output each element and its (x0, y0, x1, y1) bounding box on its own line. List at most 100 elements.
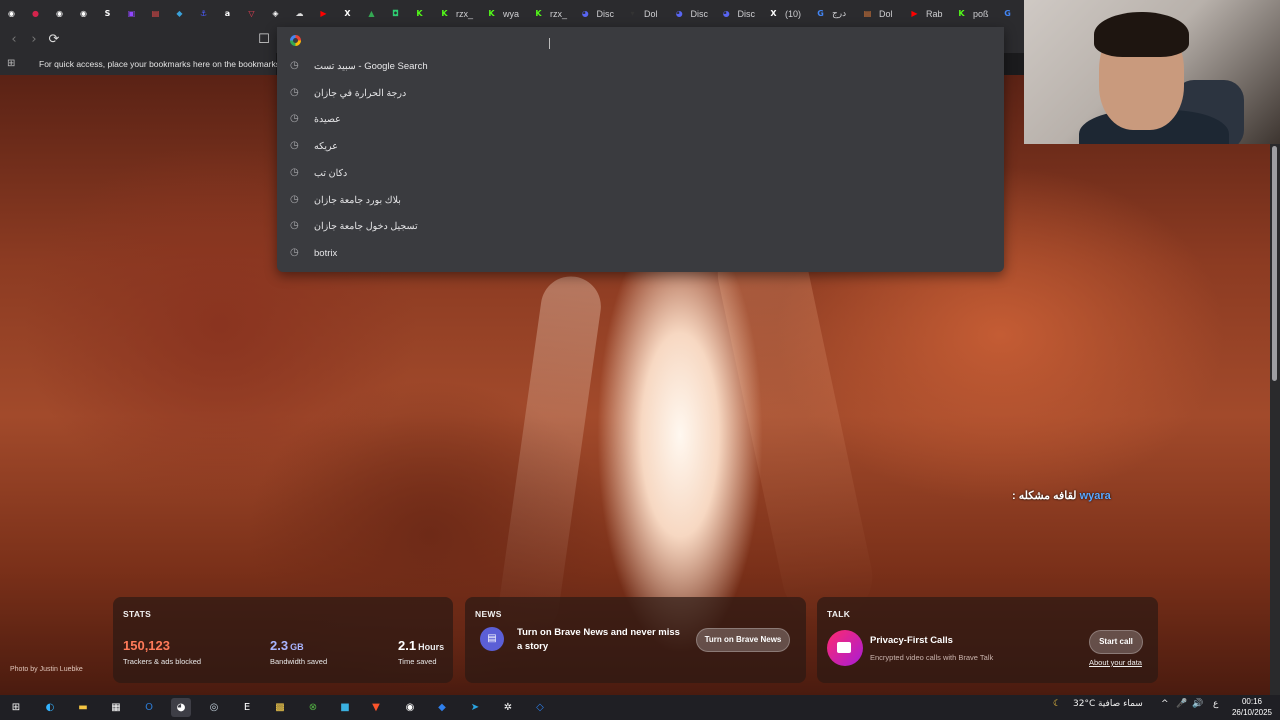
suggestion-text: بلاك بورد جامعة جازان (314, 194, 401, 206)
steam-icon[interactable]: ◎ (204, 698, 224, 717)
browser-tab[interactable]: ▶ Rab (902, 0, 949, 27)
video-call-icon (827, 630, 863, 666)
microphone-icon[interactable]: 🎤 (1176, 699, 1187, 709)
outlook-icon[interactable]: O (139, 698, 159, 717)
browser-tab[interactable]: K (408, 0, 432, 27)
browser-tab[interactable]: ◕ Disc (667, 0, 714, 27)
photo-credit[interactable]: Photo by Justin Luebke (10, 666, 83, 673)
clock-time: 00:16 (1241, 697, 1263, 706)
browser-tab[interactable]: G درج (808, 0, 855, 27)
weather-temp[interactable]: 32°C (1073, 699, 1095, 709)
browser-tab[interactable]: ◈ (264, 0, 288, 27)
store-icon[interactable]: ▦ (106, 698, 126, 717)
xbox-icon[interactable]: ⊗ (303, 698, 323, 717)
discord-icon[interactable]: ◕ (171, 698, 191, 717)
omnibox-suggestion[interactable]: ◷ سبيد تست - Google Search (277, 54, 1004, 80)
time-value: 2.1 (398, 638, 417, 653)
start-call-button[interactable]: Start call (1089, 630, 1143, 654)
browser-tab[interactable]: X (10) (761, 0, 808, 27)
address-bar-input[interactable] (549, 38, 550, 49)
bookmarks-bar-hint: For quick access, place your bookmarks h… (39, 59, 295, 69)
turn-on-news-button[interactable]: Turn on Brave News (696, 628, 790, 652)
browser-tab[interactable]: ☁ (288, 0, 312, 27)
language-indicator[interactable]: ع (1213, 699, 1218, 709)
browser-tab[interactable]: S (96, 0, 120, 27)
history-icon: ◷ (290, 140, 299, 152)
remote-icon[interactable]: ◇ (530, 698, 550, 717)
stats-title: STATS (123, 609, 152, 619)
weather-moon-icon[interactable]: ☾ (1053, 699, 1061, 709)
omnibox-suggestion[interactable]: ◷ تسجيل دخول جامعة جازان (277, 214, 1004, 240)
tab-title: Rab (926, 8, 943, 19)
show-hidden-icons[interactable]: ^ (1161, 699, 1169, 709)
youtube-icon: ▶ (320, 9, 327, 18)
browser-tab[interactable]: Kwya (479, 0, 526, 27)
browser-tab[interactable]: ⚓ (192, 0, 216, 27)
volume-icon[interactable]: 🔊 (1192, 699, 1203, 709)
browser-tab[interactable]: ▾ Dol (620, 0, 667, 27)
tab-title: wya (503, 8, 520, 19)
browser-tab[interactable]: ◉ (48, 0, 72, 27)
edge-icon[interactable]: ◐ (40, 698, 60, 717)
omnibox-suggestion[interactable]: ◷ دكان تب (277, 161, 1004, 187)
red-circle-icon: ● (32, 9, 39, 18)
reload-button[interactable]: ⟳ (46, 32, 62, 48)
tab-title: Disc (690, 8, 709, 19)
telegram-icon[interactable]: ➤ (465, 698, 485, 717)
browser-tab[interactable]: ◆ (168, 0, 192, 27)
omnibox-suggestion[interactable]: ◷ عريكه (277, 134, 1004, 160)
x-icon: X (344, 9, 351, 18)
apps-grid-icon[interactable]: ⊞ (7, 58, 18, 69)
omnibox-suggestion[interactable]: ◷ عصيدة (277, 107, 1004, 133)
settings-icon[interactable]: ✲ (498, 698, 518, 717)
browser-tab[interactable]: ◉ (72, 0, 96, 27)
news-title: NEWS (475, 609, 502, 619)
omnibox-suggestion[interactable]: ◷ درجة الحرارة في جازان (277, 81, 1004, 107)
file-explorer-icon[interactable]: ▬ (73, 698, 93, 717)
back-button[interactable]: ‹ (6, 32, 22, 48)
browser-tab[interactable]: ◕ Disc (573, 0, 620, 27)
twitch-icon: ▣ (127, 9, 136, 18)
amazon-icon: a (224, 9, 231, 18)
talk-heading: Privacy-First Calls (870, 635, 953, 646)
game-icon[interactable]: ▩ (270, 698, 290, 717)
browser-tab[interactable]: ▶ (312, 0, 336, 27)
drive-icon: ▲ (368, 9, 375, 18)
scrollbar-thumb[interactable] (1272, 146, 1277, 381)
obs-icon[interactable]: ◉ (400, 698, 420, 717)
suggestion-text: دكان تب (314, 167, 348, 179)
browser-tab[interactable]: a (216, 0, 240, 27)
browser-tab[interactable]: ◕ Disc (714, 0, 761, 27)
omnibox-suggestion[interactable]: ◷ botrix (277, 241, 1004, 267)
browser-tab[interactable]: ▤ Dol (855, 0, 902, 27)
browser-tab[interactable]: Krzx_ (526, 0, 573, 27)
forward-button[interactable]: › (26, 32, 42, 48)
browser-tab[interactable]: ◘ (384, 0, 408, 27)
browser-tab[interactable]: G (996, 0, 1020, 27)
epic-games-icon[interactable]: E (237, 698, 257, 717)
dol-icon: ▾ (630, 9, 635, 18)
weather-condition[interactable]: سماء صافية (1098, 699, 1143, 709)
browser-tab[interactable]: ▽ (240, 0, 264, 27)
brave-icon[interactable]: ▼ (366, 698, 386, 717)
start-icon[interactable]: ⊞ (6, 698, 26, 717)
overlay-caption-name: wyara (1079, 490, 1111, 502)
browser-tab[interactable]: ▣ (120, 0, 144, 27)
clock[interactable]: 00:16 26/10/2025 (1230, 696, 1274, 718)
anchor-icon: ⚓ (199, 9, 208, 18)
browser-tab[interactable]: ▲ (360, 0, 384, 27)
kick-icon: K (958, 9, 965, 18)
browser-tab[interactable]: ● (24, 0, 48, 27)
omnibox-suggestion[interactable]: ◷ بلاك بورد جامعة جازان (277, 188, 1004, 214)
about-data-link[interactable]: About your data (1089, 658, 1142, 667)
bookmark-icon[interactable]: ☐ (256, 32, 272, 48)
blue-app-icon[interactable]: ◆ (432, 698, 452, 717)
browser-tab[interactable]: Kpoß (949, 0, 996, 27)
browser-tab[interactable]: X (336, 0, 360, 27)
app-icon[interactable]: ■ (335, 698, 355, 717)
x-icon: X (770, 9, 777, 18)
browser-tab[interactable]: Krzx_ (432, 0, 479, 27)
page-scrollbar[interactable] (1270, 144, 1280, 695)
browser-tab[interactable]: ◉ (0, 0, 24, 27)
browser-tab[interactable]: ▤ (144, 0, 168, 27)
